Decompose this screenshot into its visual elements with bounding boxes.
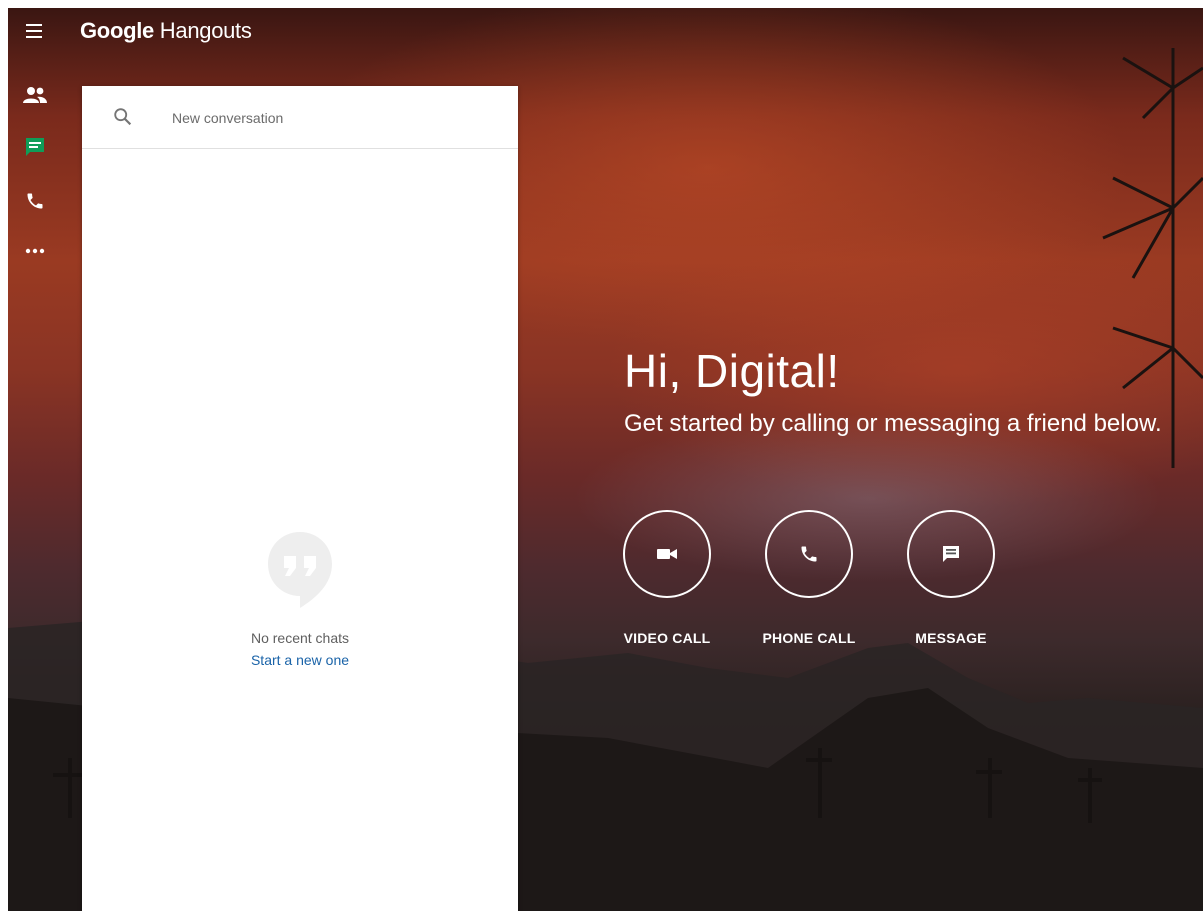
message-action[interactable]: MESSAGE	[891, 510, 1011, 646]
conversation-panel: No recent chats Start a new one	[82, 86, 518, 911]
search-bar	[82, 86, 518, 149]
greeting: Hi, Digital! Get started by calling or m…	[624, 344, 1162, 438]
video-call-button[interactable]	[623, 510, 711, 598]
more-icon[interactable]	[22, 238, 48, 264]
message-label[interactable]: MESSAGE	[891, 630, 1011, 646]
video-call-label[interactable]: VIDEO CALL	[607, 630, 727, 646]
quote-bubble-icon	[268, 532, 332, 608]
contacts-icon[interactable]	[22, 82, 48, 108]
phone-call-button[interactable]	[765, 510, 853, 598]
message-icon	[943, 546, 959, 562]
phone-call-label[interactable]: PHONE CALL	[749, 630, 869, 646]
video-camera-icon	[657, 549, 677, 559]
new-conversation-input[interactable]	[170, 104, 494, 132]
brand-google: Google	[80, 18, 154, 43]
app-logo: Google Hangouts	[80, 18, 252, 44]
main-menu-button[interactable]	[24, 22, 46, 40]
brand-product: Hangouts	[159, 18, 252, 43]
phone-icon[interactable]	[22, 188, 48, 214]
video-call-action[interactable]: VIDEO CALL	[607, 510, 727, 646]
greeting-title: Hi, Digital!	[624, 345, 840, 397]
chat-icon[interactable]	[22, 134, 48, 160]
greeting-subtitle: Get started by calling or messaging a fr…	[624, 410, 1162, 437]
search-icon[interactable]	[112, 106, 134, 128]
phone-call-action[interactable]: PHONE CALL	[749, 510, 869, 646]
message-button[interactable]	[907, 510, 995, 598]
empty-state: No recent chats Start a new one	[82, 530, 518, 670]
no-recent-chats-text: No recent chats	[250, 630, 350, 646]
phone-icon	[801, 546, 817, 562]
start-new-link[interactable]: Start a new one	[251, 652, 349, 668]
app-window: Google Hangouts No recent chats	[8, 8, 1203, 911]
